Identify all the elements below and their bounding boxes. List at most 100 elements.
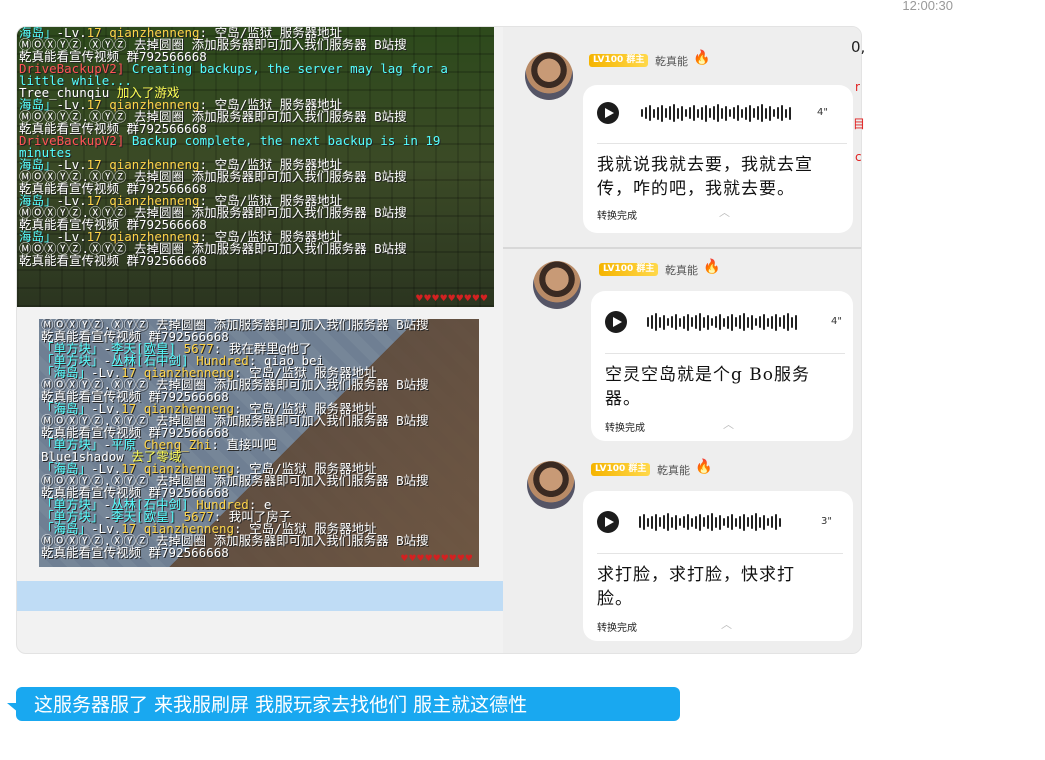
waveform-bar <box>751 314 753 330</box>
waveform-bar <box>703 316 705 328</box>
waveform-bar <box>693 105 695 121</box>
waveform-bar <box>651 315 653 329</box>
waveform-bar <box>697 108 699 118</box>
hearts-icon: ♥♥♥♥♥♥♥♥♥ <box>415 294 488 304</box>
waveform-bar <box>743 313 745 331</box>
message-timestamp: 12:00:30 <box>902 0 953 13</box>
waveform-bar <box>661 104 663 122</box>
waveform-bar <box>679 317 681 327</box>
waveform-bar <box>665 108 667 118</box>
waveform-bar <box>677 107 679 119</box>
waveform-bar <box>643 514 645 530</box>
waveform-bar <box>731 313 733 331</box>
waveform-bar <box>655 513 657 531</box>
play-icon[interactable] <box>597 511 619 533</box>
shared-screenshot-image[interactable]: 海岛」-Lv.17 qianzhenneng: 空岛/监狱 服务器地址 ⓂⓄⓍⓎⓏ… <box>16 26 862 654</box>
waveform-bar <box>773 109 775 117</box>
voice-bubble[interactable]: 4" 我就说我就去要，我就去宣传，咋的吧，我就去要。 转换完成 ︿ <box>583 85 853 233</box>
waveform-bar <box>749 104 751 122</box>
waveform <box>639 511 781 533</box>
waveform-bar <box>691 517 693 527</box>
chevron-up-icon[interactable]: ︿ <box>721 616 732 632</box>
waveform-bar <box>755 318 757 326</box>
waveform-bar <box>723 518 725 526</box>
waveform-bar <box>747 316 749 328</box>
waveform-bar <box>717 104 719 122</box>
waveform-bar <box>791 316 793 328</box>
chat-line: 乾真能看宣传视频 群792566668 <box>17 254 494 267</box>
waveform-bar <box>663 515 665 529</box>
waveform-bar <box>743 513 745 531</box>
waveform-bar <box>663 314 665 330</box>
waveform-bar <box>711 318 713 326</box>
avatar[interactable] <box>527 461 575 509</box>
voice-message-panel: LV100 群主 乾真能 🔥 4" 我就说我就去要，我就去宣传，咋的吧，我就去要… <box>503 27 861 653</box>
waveform-bar <box>687 313 689 331</box>
voice-bubble[interactable]: 3" 求打脸，求打脸，快求打脸。 转换完成 ︿ <box>583 491 853 641</box>
waveform-bar <box>719 514 721 530</box>
waveform-bar <box>681 105 683 121</box>
clipped-text: 0, <box>851 38 866 56</box>
waveform-bar <box>675 314 677 330</box>
play-icon[interactable] <box>605 311 627 333</box>
waveform-bar <box>763 314 765 330</box>
waveform-bar <box>669 106 671 120</box>
waveform-bar <box>795 314 797 330</box>
waveform-bar <box>755 513 757 531</box>
minecraft-chat-lines: ⓂⓄⓍⓎⓏ.ⓍⓎⓏ 去掉圆圈 添加服务器即可加入我们服务器 B站搜 乾真能看宣传视… <box>39 319 479 559</box>
waveform-bar <box>767 317 769 327</box>
transcript-text: 空灵空岛就是个g Bo服务器。 <box>605 365 811 409</box>
waveform-bar <box>645 107 647 119</box>
voice-bubble[interactable]: 4" 空灵空岛就是个g Bo服务器。 转换完成 ︿ <box>591 291 853 441</box>
play-icon[interactable] <box>597 102 619 124</box>
divider <box>597 553 843 554</box>
voice-message: LV100 群主 乾真能 🔥 4" 我就说我就去要，我就去宣传，咋的吧，我就去要… <box>503 27 861 247</box>
waveform-bar <box>771 516 773 528</box>
waveform-bar <box>687 514 689 530</box>
waveform-bar <box>715 316 717 328</box>
waveform-bar <box>699 313 701 331</box>
waveform-bar <box>789 106 791 120</box>
waveform-bar <box>785 108 787 118</box>
minecraft-chat-bottom: ⓂⓄⓍⓎⓏ.ⓍⓎⓏ 去掉圆圈 添加服务器即可加入我们服务器 B站搜 乾真能看宣传视… <box>39 319 479 567</box>
waveform-bar <box>707 515 709 529</box>
clipped-text: r <box>855 80 860 94</box>
waveform-bar <box>759 316 761 328</box>
chevron-up-icon[interactable]: ︿ <box>719 204 730 220</box>
waveform-bar <box>727 315 729 329</box>
waveform-bar <box>671 516 673 528</box>
waveform-bar <box>673 104 675 122</box>
avatar[interactable] <box>533 261 581 309</box>
waveform-bar <box>757 106 759 120</box>
waveform-bar <box>675 514 677 530</box>
waveform-bar <box>719 314 721 330</box>
waveform-bar <box>695 515 697 529</box>
waveform <box>641 102 791 124</box>
waveform-bar <box>765 107 767 119</box>
waveform-bar <box>689 107 691 119</box>
convert-status: 转换完成 <box>597 623 637 634</box>
waveform-bar <box>783 315 785 329</box>
waveform-bar <box>703 517 705 527</box>
waveform <box>647 311 797 333</box>
minecraft-chat-lines: 海岛」-Lv.17 qianzhenneng: 空岛/监狱 服务器地址 ⓂⓄⓍⓎⓏ… <box>17 27 494 267</box>
waveform-bar <box>701 106 703 120</box>
waveform-bar <box>671 316 673 328</box>
avatar[interactable] <box>525 52 573 100</box>
waveform-bar <box>731 514 733 530</box>
chat-input-bar <box>17 581 504 611</box>
waveform-bar <box>779 517 781 527</box>
fire-icon: 🔥 <box>693 50 711 66</box>
waveform-bar <box>769 105 771 121</box>
transcript-text: 求打脸，求打脸，快求打脸。 <box>597 565 795 609</box>
waveform-bar <box>653 108 655 118</box>
waveform-bar <box>657 106 659 120</box>
waveform-bar <box>735 517 737 527</box>
divider <box>597 143 847 144</box>
voice-message: LV100 群主 乾真能 🔥 4" 空灵空岛就是个g Bo服务器。 转换完成 ︿ <box>503 249 861 449</box>
waveform-bar <box>683 315 685 329</box>
chevron-up-icon[interactable]: ︿ <box>723 416 734 432</box>
waveform-bar <box>647 517 649 527</box>
waveform-bar <box>747 517 749 527</box>
minecraft-chat-top: 海岛」-Lv.17 qianzhenneng: 空岛/监狱 服务器地址 ⓂⓄⓍⓎⓏ… <box>17 27 494 307</box>
